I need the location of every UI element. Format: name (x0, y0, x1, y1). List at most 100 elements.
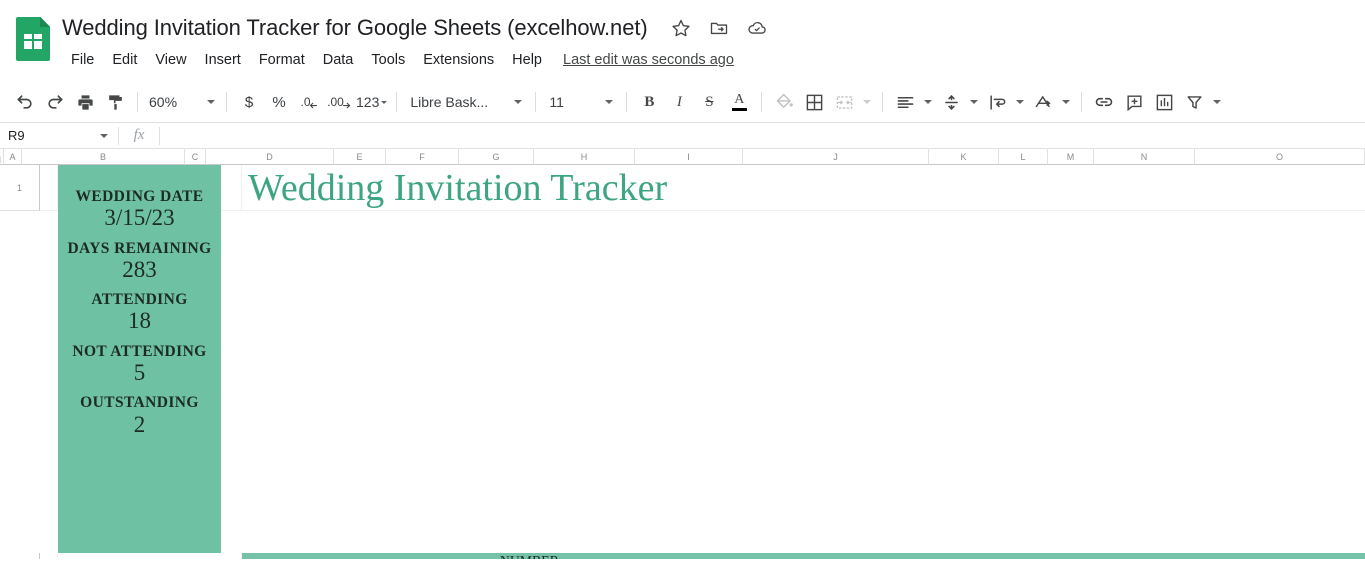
vertical-align-icon[interactable] (936, 87, 966, 117)
text-wrap-dropdown[interactable] (1012, 87, 1028, 117)
sheet-title[interactable]: Wedding Invitation Tracker (242, 165, 1365, 211)
cell-c1[interactable] (221, 165, 242, 211)
formula-input[interactable] (160, 123, 1365, 148)
table-header-d[interactable]: INVITEE NAME (242, 553, 370, 559)
menu-view[interactable]: View (146, 49, 195, 71)
font-family-select[interactable]: Libre Bask... (404, 87, 528, 117)
column-header-d[interactable]: D (206, 149, 334, 165)
column-header-g[interactable]: G (459, 149, 534, 165)
column-header-c[interactable]: C (185, 149, 206, 165)
last-edit-status[interactable]: Last edit was seconds ago (563, 52, 734, 68)
table-header-f[interactable]: RSVP (422, 553, 495, 559)
row-header-2[interactable]: 2 (0, 553, 40, 559)
horizontal-align-dropdown[interactable] (920, 87, 936, 117)
cell-c2[interactable] (221, 553, 242, 559)
menu-file[interactable]: File (62, 49, 103, 71)
font-size-value: 11 (549, 94, 564, 110)
menu-bar: File Edit View Insert Format Data Tools … (62, 46, 768, 74)
insert-chart-icon[interactable] (1149, 87, 1179, 117)
insert-comment-icon[interactable] (1119, 87, 1149, 117)
fill-color-icon[interactable] (769, 87, 799, 117)
stat-label-1: DAYS REMAINING (67, 239, 212, 257)
bold-button[interactable]: B (634, 87, 664, 117)
paint-format-icon[interactable] (100, 87, 130, 117)
spreadsheet-grid[interactable]: A B C D E F G H I J K L M N O 1 WEDDING D… (0, 149, 1365, 559)
sheets-logo-icon (14, 12, 52, 62)
menu-extensions[interactable]: Extensions (414, 49, 503, 71)
chevron-down-icon (100, 133, 108, 138)
currency-symbol: $ (244, 93, 254, 111)
undo-icon[interactable] (10, 87, 40, 117)
column-header-e[interactable]: E (334, 149, 386, 165)
number-format-menu[interactable]: 123 (354, 87, 389, 117)
column-header-b[interactable]: B (22, 149, 185, 165)
table-header-j[interactable]: ADDRESS (779, 553, 965, 559)
table-header-h[interactable]: RELATION (570, 553, 671, 559)
percent-symbol: % (272, 93, 286, 111)
formula-bar: R9 fx (0, 122, 1365, 149)
italic-button[interactable]: I (664, 87, 694, 117)
decrease-decimal-button[interactable]: .0 (294, 87, 324, 117)
column-header-m[interactable]: M (1048, 149, 1094, 165)
select-all-corner[interactable] (0, 149, 4, 165)
filter-icon[interactable] (1179, 87, 1209, 117)
column-header-f[interactable]: F (386, 149, 459, 165)
name-box[interactable]: R9 (0, 123, 118, 148)
strikethrough-button[interactable]: S (694, 87, 724, 117)
row-header-1[interactable]: 1 (0, 165, 40, 211)
move-to-folder-icon[interactable] (708, 17, 730, 39)
table-header-k[interactable]: CITY (965, 553, 1035, 559)
zoom-control[interactable]: 60% (145, 87, 219, 117)
toolbar-overflow-dropdown[interactable] (1209, 87, 1225, 117)
column-header-k[interactable]: K (929, 149, 999, 165)
borders-icon[interactable] (799, 87, 829, 117)
cell-a1[interactable] (40, 165, 58, 211)
vertical-align-dropdown[interactable] (966, 87, 982, 117)
table-header-g[interactable]: NUMBERIN PARTY (495, 553, 570, 559)
percent-format-button[interactable]: % (264, 87, 294, 117)
stats-panel-spacer (58, 553, 221, 559)
document-title[interactable]: Wedding Invitation Tracker for Google Sh… (62, 15, 652, 41)
menu-help[interactable]: Help (503, 49, 551, 71)
currency-format-button[interactable]: $ (234, 87, 264, 117)
column-header-o[interactable]: O (1195, 149, 1365, 165)
redo-icon[interactable] (40, 87, 70, 117)
text-rotation-icon[interactable] (1028, 87, 1058, 117)
column-header-i[interactable]: I (635, 149, 743, 165)
menu-edit[interactable]: Edit (103, 49, 146, 71)
table-header-e[interactable]: SENT? (370, 553, 422, 559)
table-header-o[interactable]: INVITEE EMAIL (1231, 553, 1365, 559)
stat-value-3: 5 (133, 359, 146, 385)
saved-to-drive-icon[interactable] (746, 17, 768, 39)
grid-row-2: 2 INVITEE NAMESENT?RSVPNUMBERIN PARTYRELA… (0, 553, 1365, 559)
text-color-button[interactable]: A (724, 87, 754, 117)
column-header-n[interactable]: N (1094, 149, 1195, 165)
column-header-h[interactable]: H (534, 149, 635, 165)
table-header-l[interactable]: STATE (1035, 553, 1084, 559)
merge-cells-icon[interactable] (829, 87, 859, 117)
text-rotation-dropdown[interactable] (1058, 87, 1074, 117)
table-header-n[interactable]: PHONE (1130, 553, 1231, 559)
print-icon[interactable] (70, 87, 100, 117)
menu-insert[interactable]: Insert (196, 49, 250, 71)
column-header-j[interactable]: J (743, 149, 929, 165)
table-header-i[interactable]: GUEST NAME (671, 553, 779, 559)
column-header-l[interactable]: L (999, 149, 1048, 165)
column-header-row: A B C D E F G H I J K L M N O (0, 149, 1365, 165)
cell-a2[interactable] (40, 553, 58, 559)
star-icon[interactable] (670, 17, 692, 39)
increase-decimal-button[interactable]: .00 (324, 87, 354, 117)
chevron-down-icon (514, 100, 523, 104)
merge-cells-dropdown[interactable] (859, 87, 875, 117)
menu-data[interactable]: Data (314, 49, 363, 71)
menu-tools[interactable]: Tools (362, 49, 414, 71)
stats-panel[interactable]: WEDDING DATE 3/15/23 DAYS REMAINING 283 ATTE… (58, 165, 221, 553)
menu-format[interactable]: Format (250, 49, 314, 71)
font-size-select[interactable]: 11 (543, 87, 619, 117)
font-family-value: Libre Bask... (410, 94, 489, 110)
insert-link-icon[interactable] (1089, 87, 1119, 117)
column-header-a[interactable]: A (4, 149, 22, 165)
horizontal-align-icon[interactable] (890, 87, 920, 117)
text-wrap-icon[interactable] (982, 87, 1012, 117)
table-header-m[interactable]: ZIP (1084, 553, 1130, 559)
